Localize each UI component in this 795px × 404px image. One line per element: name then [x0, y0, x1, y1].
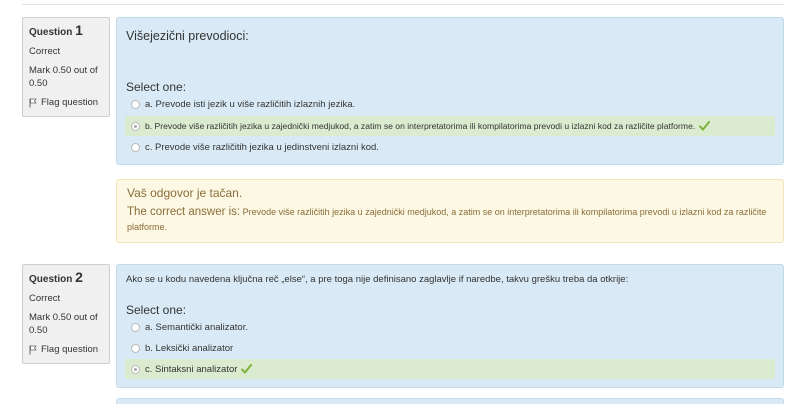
question-label: Question: [29, 27, 73, 38]
question-2-state: Correct: [29, 293, 61, 304]
radio-button-selected[interactable]: [131, 364, 140, 374]
question-1-number: Question 1: [29, 22, 103, 39]
question-1-prompt: Select one:: [126, 80, 187, 94]
question-1-option-a[interactable]: a. Prevode isti jezik u više različitih …: [125, 94, 775, 114]
radio-button[interactable]: [131, 99, 140, 109]
question-label: Question: [29, 274, 73, 285]
question-1-option-b[interactable]: b. Prevode više različitih jezika u zaje…: [125, 116, 775, 136]
question-number: 1: [75, 22, 83, 38]
option-label: c. Prevode više različitih jezika u jedi…: [145, 141, 379, 153]
previous-content-edge: [22, 0, 784, 5]
question-1-grade: Mark 0.50 out of 0.50: [29, 65, 98, 89]
check-icon: [699, 121, 711, 131]
question-1-answer-list: a. Prevode isti jezik u više različitih …: [125, 94, 775, 160]
question-1-info: Question 1 Correct Mark 0.50 out of 0.50…: [22, 17, 110, 117]
flag-question-label: Flag question: [41, 344, 99, 355]
question-2-prompt: Select one:: [126, 303, 187, 317]
flag-icon: [29, 345, 37, 354]
option-label: b. Leksički analizator: [145, 342, 234, 354]
option-label: b. Prevode više različitih jezika u zaje…: [145, 121, 696, 131]
check-icon: [241, 364, 253, 374]
question-1-feedback: Vaš odgovor je tačan. The correct answer…: [116, 179, 784, 243]
question-2-formulation: Ako se u kodu navedena ključna reč „else…: [116, 264, 784, 388]
question-1-formulation: Višejezični prevodioci: Select one: a. P…: [116, 17, 784, 165]
question-2-option-a[interactable]: a. Semantički analizator.: [125, 317, 775, 337]
radio-button[interactable]: [131, 142, 140, 152]
flag-question-label: Flag question: [41, 97, 99, 108]
question-1-flag-button[interactable]: Flag question: [29, 96, 103, 109]
question-1-state: Correct: [29, 46, 61, 57]
correct-answer-lead: The correct answer is:: [127, 206, 241, 218]
question-2-info: Question 2 Correct Mark 0.50 out of 0.50…: [22, 264, 110, 364]
question-1-option-c[interactable]: c. Prevode više različitih jezika u jedi…: [125, 137, 775, 157]
question-1-text: Višejezični prevodioci:: [126, 29, 249, 43]
question-2-grade: Mark 0.50 out of 0.50: [29, 312, 98, 336]
question-2-text: Ako se u kodu navedena ključna reč „else…: [126, 274, 629, 285]
question-2-option-c[interactable]: c. Sintaksni analizator: [125, 359, 775, 379]
flag-icon: [29, 98, 37, 107]
radio-button[interactable]: [131, 343, 140, 353]
question-number: 2: [75, 269, 83, 285]
question-2-number: Question 2: [29, 269, 103, 286]
radio-button[interactable]: [131, 322, 140, 332]
question-2-option-b[interactable]: b. Leksički analizator: [125, 338, 775, 358]
feedback-title: Vaš odgovor je tačan.: [127, 186, 243, 200]
option-label: a. Prevode isti jezik u više različitih …: [145, 98, 356, 110]
next-content-edge: [116, 398, 784, 404]
question-2-flag-button[interactable]: Flag question: [29, 343, 103, 356]
radio-button-selected[interactable]: [131, 121, 140, 131]
correct-answer-text: The correct answer is: Prevode više razl…: [127, 205, 773, 235]
option-label: c. Sintaksni analizator: [145, 363, 238, 375]
question-2-answer-list: a. Semantički analizator. b. Leksički an…: [125, 317, 775, 383]
option-label: a. Semantički analizator.: [145, 321, 248, 333]
